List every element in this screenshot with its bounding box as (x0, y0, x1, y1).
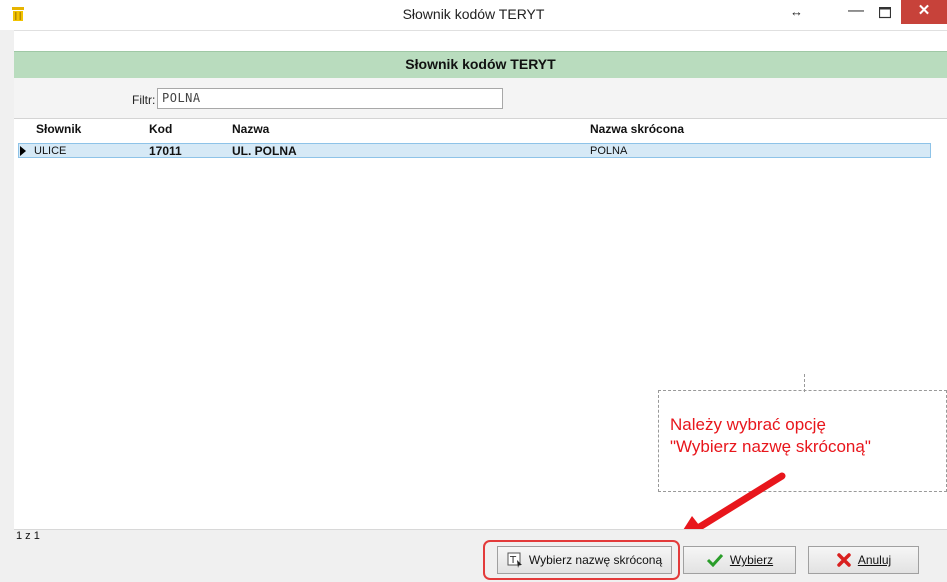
maximize-button[interactable] (873, 4, 897, 24)
cell-kod: 17011 (149, 144, 182, 158)
filter-input[interactable]: POLNA (157, 88, 503, 109)
cancel-label: Anuluj (857, 553, 892, 567)
record-counter: 1 z 1 (16, 530, 40, 542)
column-header-nazwa[interactable]: Nazwa (232, 122, 269, 136)
resize-icon[interactable]: ↔ (790, 4, 803, 19)
annotation-line-1: Należy wybrać opcję (670, 415, 826, 434)
cell-nazwa: UL. POLNA (232, 144, 297, 158)
cell-nazwa-skrocona: POLNA (590, 145, 628, 157)
status-bar (14, 529, 947, 544)
select-label: Wybierz (729, 553, 774, 567)
column-header-kod[interactable]: Kod (149, 122, 172, 136)
column-header-nazwa-skrocona[interactable]: Nazwa skrócona (590, 122, 684, 136)
window-title: Słownik kodów TERYT (402, 6, 545, 22)
cancel-button[interactable]: Anuluj (808, 546, 919, 574)
select-button[interactable]: Wybierz (683, 546, 796, 574)
annotation-highlight (483, 540, 680, 580)
close-button[interactable]: ✕ (901, 0, 947, 24)
row-pointer-icon (20, 146, 26, 156)
window-frame-left (0, 30, 14, 582)
annotation-text: Należy wybrać opcję "Wybierz nazwę skróc… (670, 414, 945, 458)
column-header-slownik[interactable]: Słownik (36, 122, 81, 136)
annotation-line-2: "Wybierz nazwę skróconą" (670, 437, 871, 456)
filter-label: Filtr: (132, 93, 156, 107)
checkmark-icon (706, 553, 723, 567)
cell-slownik: ULICE (34, 145, 67, 157)
maximize-icon (878, 6, 892, 19)
minimize-button[interactable]: — (842, 2, 870, 24)
page-title: Słownik kodów TERYT (405, 56, 556, 72)
red-x-icon (837, 553, 851, 567)
